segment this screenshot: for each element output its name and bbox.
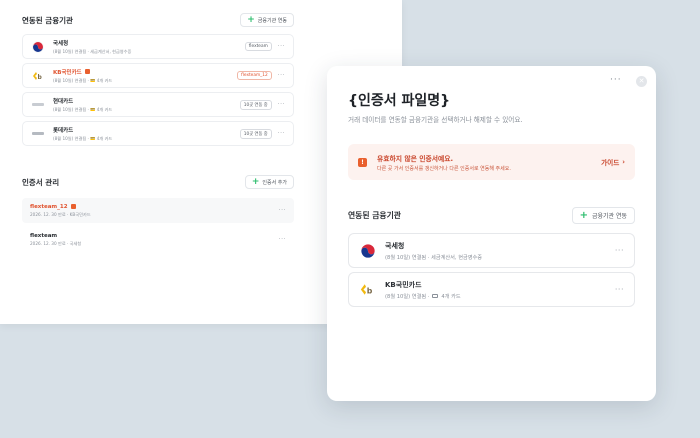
sync-tag: 10곳 연동 중 — [239, 99, 272, 110]
institution-card-kb[interactable]: b KB국민카드 (8월 10일) 연결됨 · 💳 4개 카드 flexteam… — [22, 63, 294, 88]
modal-section-header: 연동된 금융기관 + 금융기관 연동 — [348, 207, 635, 224]
institution-card-hyundai[interactable]: 현대카드 (8월 10일) 연결됨 · 💳 4개 카드 10곳 연동 중 ··· — [22, 92, 294, 117]
warning-icon: ! — [358, 157, 367, 167]
institution-name: 국세청 — [53, 40, 69, 47]
cert-section-title: 인증서 관리 — [22, 177, 60, 187]
cert-tag: flexteam — [244, 42, 272, 51]
more-options-icon[interactable]: ··· — [610, 75, 622, 85]
modal-title: {인증서 파일명} — [348, 93, 451, 109]
cert-detail-modal: ··· ✕ {인증서 파일명} 거래 데이터를 연동할 금융기관을 선택하거나 … — [327, 66, 656, 401]
institution-status: (8월 10일) 연결됨 · 💳 4개 카드 — [53, 77, 113, 83]
kb-logo-icon: b — [31, 69, 45, 83]
institution-status: (8월 10일) 연결됨 · 세금계산서, 현금영수증 — [53, 48, 132, 54]
more-icon[interactable]: ··· — [279, 236, 286, 243]
cert-section-header: 인증서 관리 + 인증서 추가 — [22, 175, 294, 189]
add-cert-button[interactable]: + 인증서 추가 — [244, 175, 294, 189]
error-icon — [84, 69, 90, 74]
modal-description: 거래 데이터를 연동할 금융기관을 선택하거나 해제할 수 있어요. — [348, 116, 523, 124]
cert-expiry: 2026. 12. 30 만료 · KB국민카드 — [30, 211, 91, 217]
more-icon[interactable]: ··· — [278, 101, 285, 108]
institution-status: (8월 10일) 연결됨 · 💳 4개 카드 — [53, 135, 113, 141]
institution-name: 국세청 — [385, 241, 405, 250]
close-icon[interactable]: ✕ — [636, 76, 647, 87]
institution-name: KB국민카드 — [53, 68, 237, 76]
cert-name: flexteam — [30, 232, 58, 239]
more-icon[interactable]: ··· — [615, 285, 624, 294]
cert-row[interactable]: flexteam 2026. 12. 30 만료 · 국세청 ··· — [22, 227, 294, 252]
more-icon[interactable]: ··· — [278, 43, 285, 50]
chevron-right-icon: › — [622, 158, 625, 166]
guide-link[interactable]: 가이드 › — [601, 157, 625, 167]
institution-name: KB국민카드 — [385, 280, 422, 289]
plus-icon: + — [579, 210, 588, 221]
linked-section-title: 연동된 금융기관 — [22, 15, 73, 25]
institution-name: 롯데카드 — [53, 127, 74, 134]
more-icon[interactable]: ··· — [278, 130, 285, 137]
institution-card-nts[interactable]: 국세청 (8월 10일) 연결됨 · 세금계산서, 현금영수증 flexteam… — [22, 34, 294, 59]
add-institution-button[interactable]: + 금융기관 연동 — [240, 13, 294, 27]
lotte-card-logo-icon — [31, 127, 45, 141]
alert-title: 유효하지 않은 인증서예요. — [377, 154, 454, 163]
more-icon[interactable]: ··· — [615, 246, 624, 255]
korea-gov-logo-icon — [359, 242, 377, 260]
institution-status: (8월 10일) 연결됨 · 4개 카드 — [385, 293, 461, 300]
cert-expiry: 2026. 12. 30 만료 · 국세청 — [30, 240, 82, 246]
cert-name: flexteam_12 — [30, 204, 279, 210]
institution-card-nts[interactable]: 국세청 (8월 10일) 연결됨 · 세금계산서, 현금영수증 ··· — [348, 233, 635, 268]
kb-logo-icon: b — [359, 281, 377, 299]
alert-message: 다른 곳 가서 인증서를 갱신하거나 다른 인증서로 연동해 주세요. — [377, 165, 511, 172]
institution-card-lotte[interactable]: 롯데카드 (8월 10일) 연결됨 · 💳 4개 카드 10곳 연동 중 ··· — [22, 121, 294, 146]
institution-status: (8월 10일) 연결됨 · 세금계산서, 현금영수증 — [385, 254, 483, 261]
svg-text:b: b — [367, 286, 373, 295]
korea-gov-logo-icon — [31, 40, 45, 54]
add-institution-button[interactable]: + 금융기관 연동 — [571, 207, 635, 224]
institution-card-kb[interactable]: b KB국민카드 (8월 10일) 연결됨 · 4개 카드 ··· — [348, 272, 635, 307]
cert-row[interactable]: flexteam_12 2026. 12. 30 만료 · KB국민카드 ··· — [22, 198, 294, 223]
institution-name: 현대카드 — [53, 98, 74, 105]
svg-text:b: b — [37, 74, 42, 81]
sync-tag: 10곳 연동 중 — [239, 128, 272, 139]
hyundai-card-logo-icon — [31, 98, 45, 112]
modal-section-title: 연동된 금융기관 — [348, 211, 401, 220]
credit-card-icon — [432, 294, 439, 298]
plus-icon: + — [247, 14, 255, 25]
institution-status: (8월 10일) 연결됨 · 💳 4개 카드 — [53, 106, 113, 112]
invalid-cert-alert: ! 유효하지 않은 인증서예요. 다른 곳 가서 인증서를 갱신하거나 다른 인… — [348, 144, 635, 180]
more-icon[interactable]: ··· — [278, 72, 285, 79]
cert-tag: flexteam_12 — [237, 71, 272, 80]
error-icon — [70, 204, 76, 209]
plus-icon: + — [251, 176, 260, 187]
more-icon[interactable]: ··· — [279, 207, 286, 214]
linked-section-header: 연동된 금융기관 + 금융기관 연동 — [22, 13, 294, 27]
